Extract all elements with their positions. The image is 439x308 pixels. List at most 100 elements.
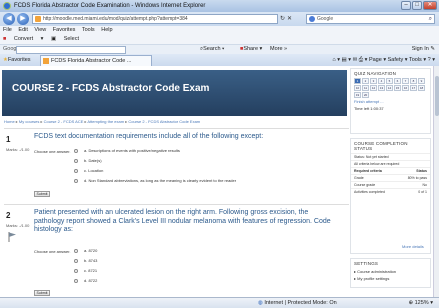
- quiz-nav-button[interactable]: 9: [418, 78, 425, 84]
- maximize-button[interactable]: □: [412, 1, 422, 10]
- finish-attempt-link[interactable]: Finish attempt ...: [351, 98, 430, 105]
- radio-button[interactable]: [74, 268, 78, 273]
- vertical-scrollbar[interactable]: [433, 66, 439, 297]
- question-number: 2: [6, 211, 11, 220]
- radio-button[interactable]: [74, 158, 78, 163]
- favorites-button[interactable]: ★Favorites: [3, 54, 31, 66]
- stop-icon[interactable]: ✕: [287, 16, 294, 22]
- google-toolbar-input[interactable]: [16, 46, 126, 54]
- answer-option-a[interactable]: a. 8720: [74, 248, 97, 253]
- quiz-nav-button[interactable]: 18: [418, 85, 425, 91]
- choose-one-label: Choose one answer.: [34, 149, 71, 154]
- breadcrumb-section[interactable]: Attempting the exam: [87, 119, 124, 124]
- close-button[interactable]: ✕: [423, 1, 437, 10]
- quiz-nav-button[interactable]: 2: [362, 78, 369, 84]
- breadcrumb-my-courses[interactable]: My courses: [19, 119, 39, 124]
- quiz-nav-button[interactable]: 16: [402, 85, 409, 91]
- answer-option-c[interactable]: c. 8721: [74, 268, 97, 273]
- window-controls: – □ ✕: [400, 1, 437, 11]
- settings-heading: SETTINGS: [354, 261, 379, 266]
- refresh-icon[interactable]: ↻: [280, 16, 287, 22]
- quiz-nav-button[interactable]: 17: [410, 85, 417, 91]
- tools-menu[interactable]: Tools ▾: [409, 57, 426, 63]
- radio-button[interactable]: [74, 278, 78, 283]
- search-icon[interactable]: ⌕: [429, 15, 432, 23]
- convert-button[interactable]: ■ Convert ▾: [3, 36, 43, 42]
- answer-option-d[interactable]: d. Non Standard abbreviations, as long a…: [74, 178, 236, 183]
- profile-settings-item[interactable]: ▸ My profile settings: [351, 275, 430, 282]
- browser-tab[interactable]: FCDS Florida Abstractor Code ...: [40, 55, 152, 66]
- radio-button[interactable]: [74, 258, 78, 263]
- search-box[interactable]: Google ⌕: [306, 14, 435, 24]
- quiz-nav-button[interactable]: 15: [394, 85, 401, 91]
- zoom-level[interactable]: ⊕ 125% ▾: [408, 298, 433, 308]
- back-button[interactable]: ◀: [3, 13, 15, 25]
- page-menu[interactable]: Page ▾: [369, 57, 386, 63]
- home-icon[interactable]: ⌂: [332, 57, 335, 63]
- answer-option-b[interactable]: b. 8743: [74, 258, 97, 263]
- answer-option-b[interactable]: b. Date(s): [74, 158, 102, 163]
- quiz-nav-button[interactable]: 3: [370, 78, 377, 84]
- select-button[interactable]: ▣ Select: [51, 36, 85, 42]
- menu-favorites[interactable]: Favorites: [53, 27, 76, 33]
- quiz-nav-button[interactable]: 20: [362, 92, 369, 98]
- help-menu[interactable]: ? ▾: [428, 57, 435, 63]
- radio-button[interactable]: [74, 148, 78, 153]
- question-text: Patient presented with an ulcerated lesi…: [34, 209, 331, 233]
- zoom-icon: ⊕: [408, 300, 414, 306]
- menu-help[interactable]: Help: [101, 27, 112, 33]
- answer-option-d[interactable]: d. 8722: [74, 278, 97, 283]
- breadcrumb: Home ▸ My courses ▸ Course 2 - FCDS ACE …: [4, 119, 201, 124]
- course-banner: COURSE 2 - FCDS Abstractor Code Exam: [2, 70, 347, 116]
- address-actions: ↻✕: [280, 15, 294, 22]
- course-completion-block: COURSE COMPLETION STATUS Status: Not yet…: [350, 138, 431, 254]
- question-marks: Marks: -/1.00: [6, 223, 30, 228]
- print-icon[interactable]: ⎙: [359, 57, 363, 63]
- feeds-icon[interactable]: ▤: [342, 57, 347, 63]
- quiz-nav-button[interactable]: 8: [410, 78, 417, 84]
- quiz-nav-button[interactable]: 11: [362, 85, 369, 91]
- quiz-nav-button[interactable]: 12: [370, 85, 377, 91]
- submit-button[interactable]: Submit: [34, 290, 50, 296]
- criteria-row: Course grade No: [351, 181, 430, 188]
- more-details-link[interactable]: More details: [399, 243, 427, 250]
- menu-tools[interactable]: Tools: [82, 27, 95, 33]
- breadcrumb-course[interactable]: Course 2 - FCDS ACE: [44, 119, 84, 124]
- menu-edit[interactable]: Edit: [18, 27, 27, 33]
- sign-in-link[interactable]: Sign In ✎: [412, 45, 435, 54]
- quiz-nav-button[interactable]: 14: [386, 85, 393, 91]
- quiz-nav-button[interactable]: 13: [378, 85, 385, 91]
- forward-button[interactable]: ▶: [17, 13, 29, 25]
- menu-view[interactable]: View: [34, 27, 46, 33]
- mail-icon[interactable]: ✉: [353, 57, 358, 63]
- scrollbar-thumb[interactable]: [435, 76, 439, 116]
- quiz-nav-button[interactable]: 5: [386, 78, 393, 84]
- radio-button[interactable]: [74, 178, 78, 183]
- quiz-nav-button[interactable]: 6: [394, 78, 401, 84]
- quiz-nav-button[interactable]: 4: [378, 78, 385, 84]
- quiz-nav-button[interactable]: 7: [402, 78, 409, 84]
- criteria-row: Activities completed 0 of 1: [351, 188, 430, 195]
- quiz-nav-button[interactable]: 10: [354, 85, 361, 91]
- radio-button[interactable]: [74, 248, 78, 253]
- quiz-nav-button[interactable]: 19: [354, 92, 361, 98]
- answer-option-a[interactable]: a. Descriptions of events with positive/…: [74, 148, 180, 153]
- submit-button[interactable]: Submit: [34, 191, 50, 197]
- google-search-button[interactable]: ⌕Search ▾: [200, 45, 224, 54]
- criteria-header: Required criteria Status: [351, 167, 430, 174]
- quiz-navigation-block: QUIZ NAVIGATION 1 2 3 4 5 6 7 8 9 10 11 12 13 14 15 16 1…: [350, 68, 431, 134]
- minimize-button[interactable]: –: [401, 1, 411, 10]
- course-administration-item[interactable]: ▸ Course administration: [351, 268, 430, 275]
- flag-icon[interactable]: [6, 231, 18, 243]
- breadcrumb-quiz[interactable]: Course 2 - FCDS Abstractor Code Exam: [128, 119, 200, 124]
- safety-menu[interactable]: Safety ▾: [388, 57, 408, 63]
- more-button[interactable]: More »: [270, 45, 287, 54]
- breadcrumb-home[interactable]: Home: [4, 119, 15, 124]
- address-bar[interactable]: http://moodle.med.miami.edu/mod/quiz/att…: [32, 14, 278, 24]
- radio-button[interactable]: [74, 168, 78, 173]
- quiz-nav-button[interactable]: 1: [354, 78, 361, 84]
- search-provider: Google: [317, 16, 334, 22]
- answer-option-c[interactable]: c. Location: [74, 168, 103, 173]
- menu-file[interactable]: File: [3, 27, 12, 33]
- share-button[interactable]: ■Share ▾: [240, 45, 262, 54]
